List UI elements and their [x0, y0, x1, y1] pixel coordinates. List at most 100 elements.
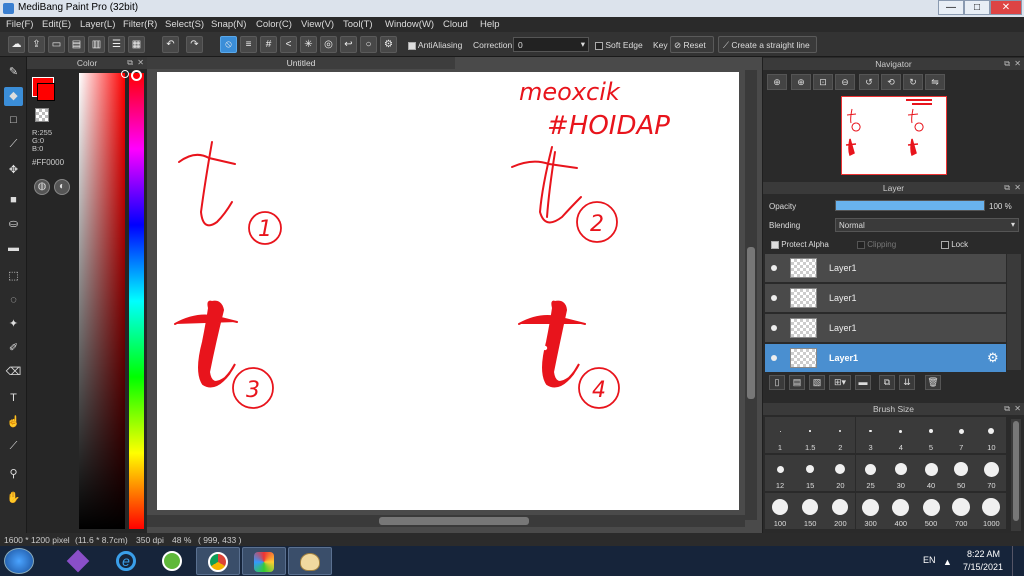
- menu-edit[interactable]: Edit(E): [42, 19, 71, 30]
- visibility-icon[interactable]: [771, 325, 777, 331]
- magic-wand-tool-icon[interactable]: ✦: [4, 315, 23, 334]
- divide-tool-icon[interactable]: ⟋: [4, 437, 23, 456]
- brush-size-option[interactable]: 1000: [976, 493, 1007, 529]
- undo-icon[interactable]: ↶: [162, 36, 179, 53]
- menu-select[interactable]: Select(S): [165, 19, 204, 30]
- medibang-icon[interactable]: [242, 547, 286, 575]
- close-panel-icon[interactable]: ✕: [1014, 58, 1021, 70]
- brush-size-option[interactable]: 300: [855, 493, 886, 529]
- visibility-icon[interactable]: [771, 355, 777, 361]
- duplicate-layer-icon[interactable]: ⧉: [879, 375, 895, 390]
- rotate-left-icon[interactable]: ↺: [859, 74, 879, 90]
- select-pen-tool-icon[interactable]: ✐: [4, 339, 23, 358]
- snap-concentric-icon[interactable]: ◎: [320, 36, 337, 53]
- minimize-button[interactable]: —: [938, 0, 964, 15]
- eyedropper-tool-icon[interactable]: ⚲: [4, 465, 23, 484]
- snap-parallel-icon[interactable]: ≡: [240, 36, 257, 53]
- blur-tool-icon[interactable]: ⟋: [4, 135, 23, 154]
- horizontal-scrollbar[interactable]: [147, 515, 745, 527]
- menu-tool[interactable]: Tool(T): [343, 19, 373, 30]
- undock-icon[interactable]: ⧉: [127, 57, 133, 69]
- horizontal-scrollbar-thumb[interactable]: [379, 517, 529, 525]
- menu-filter[interactable]: Filter(R): [123, 19, 157, 30]
- navigator-preview[interactable]: [841, 96, 947, 175]
- start-button[interactable]: [4, 548, 34, 574]
- menu-color[interactable]: Color(C): [256, 19, 292, 30]
- bucket-tool-icon[interactable]: ⛀: [4, 215, 23, 234]
- brush-size-option[interactable]: 500: [916, 493, 946, 529]
- text-tool-icon[interactable]: T: [4, 389, 23, 408]
- brush-size-option[interactable]: 1: [765, 417, 795, 453]
- document-canvas[interactable]: 1 2 3 4 meoxcik #HOIDAP: [157, 72, 739, 510]
- lasso-tool-icon[interactable]: ◌: [4, 291, 23, 310]
- gradient-tool-icon[interactable]: ▬: [4, 239, 23, 258]
- snap-settings-icon[interactable]: ⚙: [380, 36, 397, 53]
- menu-help[interactable]: Help: [480, 19, 500, 30]
- snap-perspective-icon[interactable]: <: [280, 36, 297, 53]
- brush-size-option[interactable]: 700: [946, 493, 977, 529]
- menu-snap[interactable]: Snap(N): [211, 19, 246, 30]
- menu-view[interactable]: View(V): [301, 19, 334, 30]
- zoom-in-icon[interactable]: ⊕: [767, 74, 787, 90]
- merge-down-icon[interactable]: ⇊: [899, 375, 915, 390]
- menu-layer[interactable]: Layer(L): [80, 19, 115, 30]
- new-halftone-layer-icon[interactable]: ▤: [789, 375, 805, 390]
- visual-studio-icon[interactable]: [56, 547, 100, 575]
- folder-icon[interactable]: ▬: [855, 375, 871, 390]
- zoom-out-icon[interactable]: ⊖: [835, 74, 855, 90]
- brush-size-option[interactable]: 3: [855, 417, 886, 453]
- straight-line-button[interactable]: ⟋ Create a straight line: [718, 36, 817, 53]
- dot-tool-icon[interactable]: □: [4, 111, 23, 130]
- brush-size-option[interactable]: 12: [765, 455, 795, 491]
- brush-size-option[interactable]: 5: [916, 417, 946, 453]
- layer-row[interactable]: Layer1: [765, 284, 1006, 313]
- select-rect-tool-icon[interactable]: ⬚: [4, 267, 23, 286]
- brush-size-option[interactable]: 1.5: [795, 417, 826, 453]
- visibility-icon[interactable]: [771, 295, 777, 301]
- menu-window[interactable]: Window(W): [385, 19, 434, 30]
- lock-checkbox[interactable]: Lock: [941, 240, 968, 249]
- tray-arrow-icon[interactable]: ▲: [943, 557, 952, 567]
- clock-date[interactable]: 7/15/2021: [963, 562, 1003, 572]
- brush-size-option[interactable]: 50: [946, 455, 977, 491]
- maximize-button[interactable]: □: [964, 0, 990, 15]
- rotate-reset-icon[interactable]: ⟲: [881, 74, 901, 90]
- clipping-checkbox[interactable]: Clipping: [857, 240, 896, 249]
- hue-slider[interactable]: [129, 73, 144, 529]
- protect-alpha-checkbox[interactable]: Protect Alpha: [771, 240, 829, 249]
- layer-row[interactable]: Layer1: [765, 254, 1006, 283]
- brush-size-option[interactable]: 15: [795, 455, 826, 491]
- zoom-in-alt-icon[interactable]: ⊕: [791, 74, 811, 90]
- menu-cloud[interactable]: Cloud: [443, 19, 468, 30]
- brush-size-option[interactable]: 200: [825, 493, 856, 529]
- brush-size-option[interactable]: 70: [976, 455, 1007, 491]
- snap-off-icon[interactable]: ⦸: [220, 36, 237, 53]
- brush-size-option[interactable]: 400: [885, 493, 916, 529]
- fill-rect-tool-icon[interactable]: ■: [4, 191, 23, 210]
- undock-icon[interactable]: ⧉: [1004, 58, 1010, 70]
- reset-button[interactable]: ⊘ Reset: [670, 36, 714, 53]
- brush-size-option[interactable]: 30: [885, 455, 916, 491]
- fit-icon[interactable]: ⊡: [813, 74, 833, 90]
- antialiasing-checkbox[interactable]: AntiAliasing: [408, 40, 462, 50]
- move-tool-icon[interactable]: ✥: [4, 161, 23, 180]
- palette-icon[interactable]: ◍: [34, 179, 50, 195]
- comment-icon[interactable]: ▭: [48, 36, 65, 53]
- brush-size-option[interactable]: 4: [885, 417, 916, 453]
- add-layer-dropdown-icon[interactable]: ⊞▾: [829, 375, 851, 390]
- close-panel-icon[interactable]: ✕: [1014, 182, 1021, 194]
- brush-size-option[interactable]: 20: [825, 455, 856, 491]
- snap-curve-icon[interactable]: ↩: [340, 36, 357, 53]
- layer-row[interactable]: Layer1: [765, 314, 1006, 343]
- close-button[interactable]: ✕: [990, 0, 1022, 15]
- soft-edge-checkbox[interactable]: Soft Edge: [595, 40, 643, 50]
- blending-select[interactable]: Normal ▾: [835, 218, 1019, 232]
- internet-explorer-icon[interactable]: e: [104, 547, 148, 575]
- brush-size-option[interactable]: 150: [795, 493, 826, 529]
- correction-select[interactable]: 0 ▾: [513, 37, 589, 52]
- layer-row-selected[interactable]: Layer1 ⚙: [765, 344, 1006, 373]
- hue-slider-handle[interactable]: [131, 70, 142, 81]
- brush-size-option[interactable]: 7: [946, 417, 977, 453]
- menu-file[interactable]: File(F): [6, 19, 33, 30]
- snap-grid-icon[interactable]: #: [260, 36, 277, 53]
